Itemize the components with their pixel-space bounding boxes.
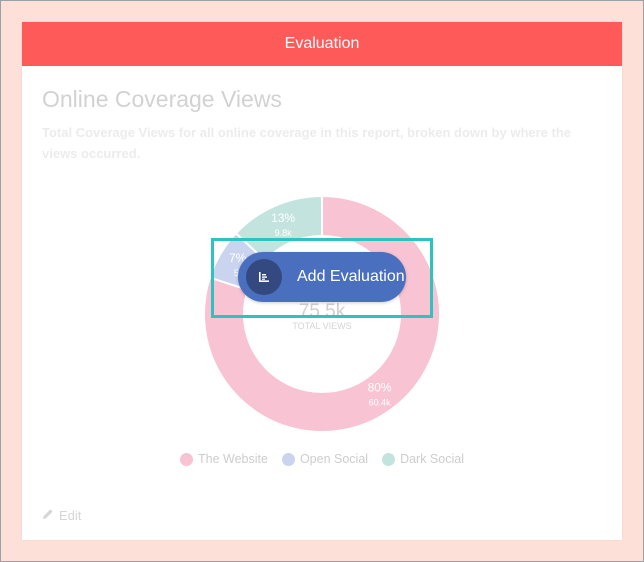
slice-percent-label: 13% [271, 211, 295, 225]
slice-percent-label: 80% [368, 380, 392, 394]
legend-swatch-open-social [281, 452, 295, 466]
legend-item-website[interactable]: The Website [180, 452, 268, 466]
add-evaluation-button[interactable]: Add Evaluation [238, 252, 406, 302]
legend-label-open-social: Open Social [299, 452, 369, 466]
legend-swatch-dark-social [382, 452, 396, 466]
chart-list-icon [246, 259, 282, 295]
slice-value-label: 9.8k [275, 228, 293, 238]
legend-label-website: The Website [198, 452, 268, 466]
legend-label-dark-social: Dark Social [400, 452, 464, 466]
legend-item-dark-social[interactable]: Dark Social [382, 452, 464, 466]
center-total-label: TOTAL VIEWS [292, 321, 351, 331]
slice-value-label: 60.4k [369, 397, 392, 407]
donut-chart: 80%60.4k7%5.13%9.8k 75.5k TOTAL VIEWS [203, 194, 441, 433]
legend-item-open-social[interactable]: Open Social [281, 452, 369, 466]
edit-button[interactable]: Edit [42, 508, 81, 523]
chart-legend: The Website Open Social Dark Social [22, 452, 622, 466]
legend-swatch-website [180, 452, 193, 466]
pencil-icon [42, 508, 54, 523]
edit-label: Edit [59, 508, 82, 523]
add-evaluation-label: Add Evaluation [297, 268, 405, 285]
